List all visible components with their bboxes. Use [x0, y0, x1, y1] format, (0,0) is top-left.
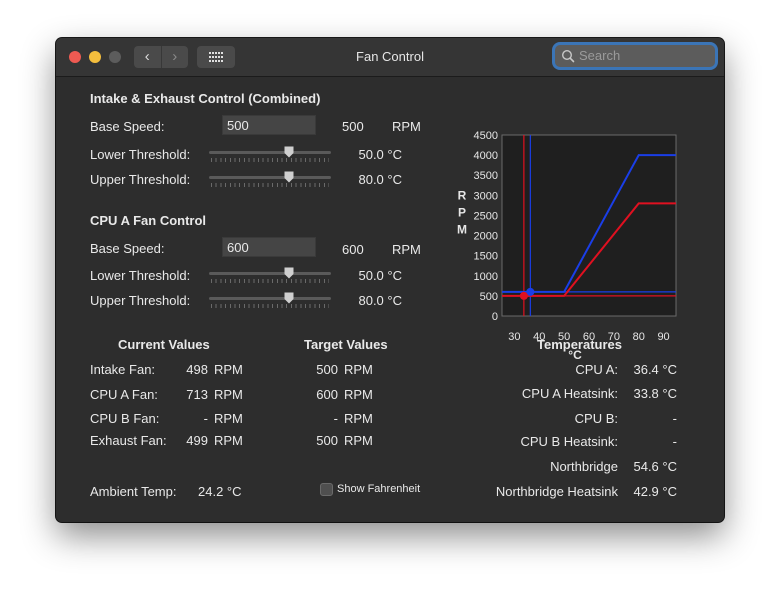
y-tick-label: 0 — [492, 311, 498, 323]
current-row-unit: RPM — [214, 411, 243, 426]
temp-row-label: CPU A: — [575, 362, 618, 377]
target-values-heading: Target Values — [304, 337, 388, 352]
current-row-unit: RPM — [214, 362, 243, 377]
current-row-unit: RPM — [214, 387, 243, 402]
y-tick-label: 2000 — [474, 231, 498, 243]
y-tick-label: 4500 — [474, 130, 498, 142]
current-row-label: Intake Fan: — [90, 362, 156, 377]
target-row-value: 500 — [316, 362, 338, 377]
y-tick-label: 3000 — [474, 190, 498, 202]
current-row-value: 498 — [186, 362, 208, 377]
x-tick-label: 30 — [508, 331, 520, 343]
search-icon — [561, 49, 575, 63]
y-tick-label: 500 — [480, 291, 498, 303]
ambient-temp-value: 24.2 °C — [198, 484, 242, 499]
y-tick-label: 1000 — [474, 271, 498, 283]
fan-curve-chart: 05001000150020002500300035004000450030 40… — [457, 130, 677, 362]
fan-control-window: ‹ › Fan Control Search Intake & Exhaust … — [56, 38, 724, 522]
title-bar: ‹ › Fan Control Search — [56, 38, 724, 77]
main-content: Intake & Exhaust Control (Combined) Base… — [56, 77, 724, 522]
target-row-unit: RPM — [344, 387, 373, 402]
y-axis-label-letter: P — [458, 206, 466, 220]
y-tick-label: 4000 — [474, 150, 498, 162]
temp-row-label: CPU B Heatsink: — [520, 434, 618, 449]
target-row-value: 500 — [316, 433, 338, 448]
temp-row-value: 36.4 °C — [633, 362, 677, 377]
target-row-value: - — [333, 411, 338, 426]
show-fahrenheit-checkbox[interactable] — [320, 483, 333, 496]
current-values-heading: Current Values — [118, 337, 210, 352]
current-row-label: Exhaust Fan: — [90, 433, 167, 448]
current-row-value: - — [203, 411, 208, 426]
target-row-unit: RPM — [344, 433, 373, 448]
x-tick-label: 80 — [633, 331, 645, 343]
current-row-label: CPU B Fan: — [90, 411, 160, 426]
current-row-label: CPU A Fan: — [90, 387, 158, 402]
temp-row-value: 54.6 °C — [633, 459, 677, 474]
target-row-value: 600 — [316, 387, 338, 402]
show-fahrenheit-label[interactable]: Show Fahrenheit — [337, 483, 420, 495]
temp-row-label: CPU A Heatsink: — [521, 386, 618, 401]
ambient-temp-label: Ambient Temp: — [90, 484, 177, 499]
temperatures-heading: Temperatures — [537, 337, 623, 352]
y-axis-label-letter: R — [458, 189, 467, 203]
temp-row-value: - — [672, 434, 677, 449]
temp-row-value: 42.9 °C — [633, 484, 677, 499]
y-tick-label: 3500 — [474, 170, 498, 182]
temp-row-value: - — [672, 411, 677, 426]
y-tick-label: 1500 — [474, 251, 498, 263]
current-row-value: 713 — [186, 387, 208, 402]
search-placeholder: Search — [579, 48, 621, 63]
target-row-unit: RPM — [344, 411, 373, 426]
temp-row-label: CPU B: — [574, 411, 618, 426]
temp-row-label: Northbridge — [550, 459, 618, 474]
x-tick-label: 90 — [657, 331, 669, 343]
target-row-unit: RPM — [344, 362, 373, 377]
search-field[interactable]: Search — [555, 45, 715, 67]
y-axis-label-letter: M — [457, 223, 467, 237]
marker-point — [519, 291, 528, 300]
current-row-value: 499 — [186, 433, 208, 448]
current-row-unit: RPM — [214, 433, 243, 448]
temp-row-label: Northbridge Heatsink — [495, 484, 618, 499]
temp-row-value: 33.8 °C — [633, 386, 677, 401]
y-tick-label: 2500 — [474, 210, 498, 222]
